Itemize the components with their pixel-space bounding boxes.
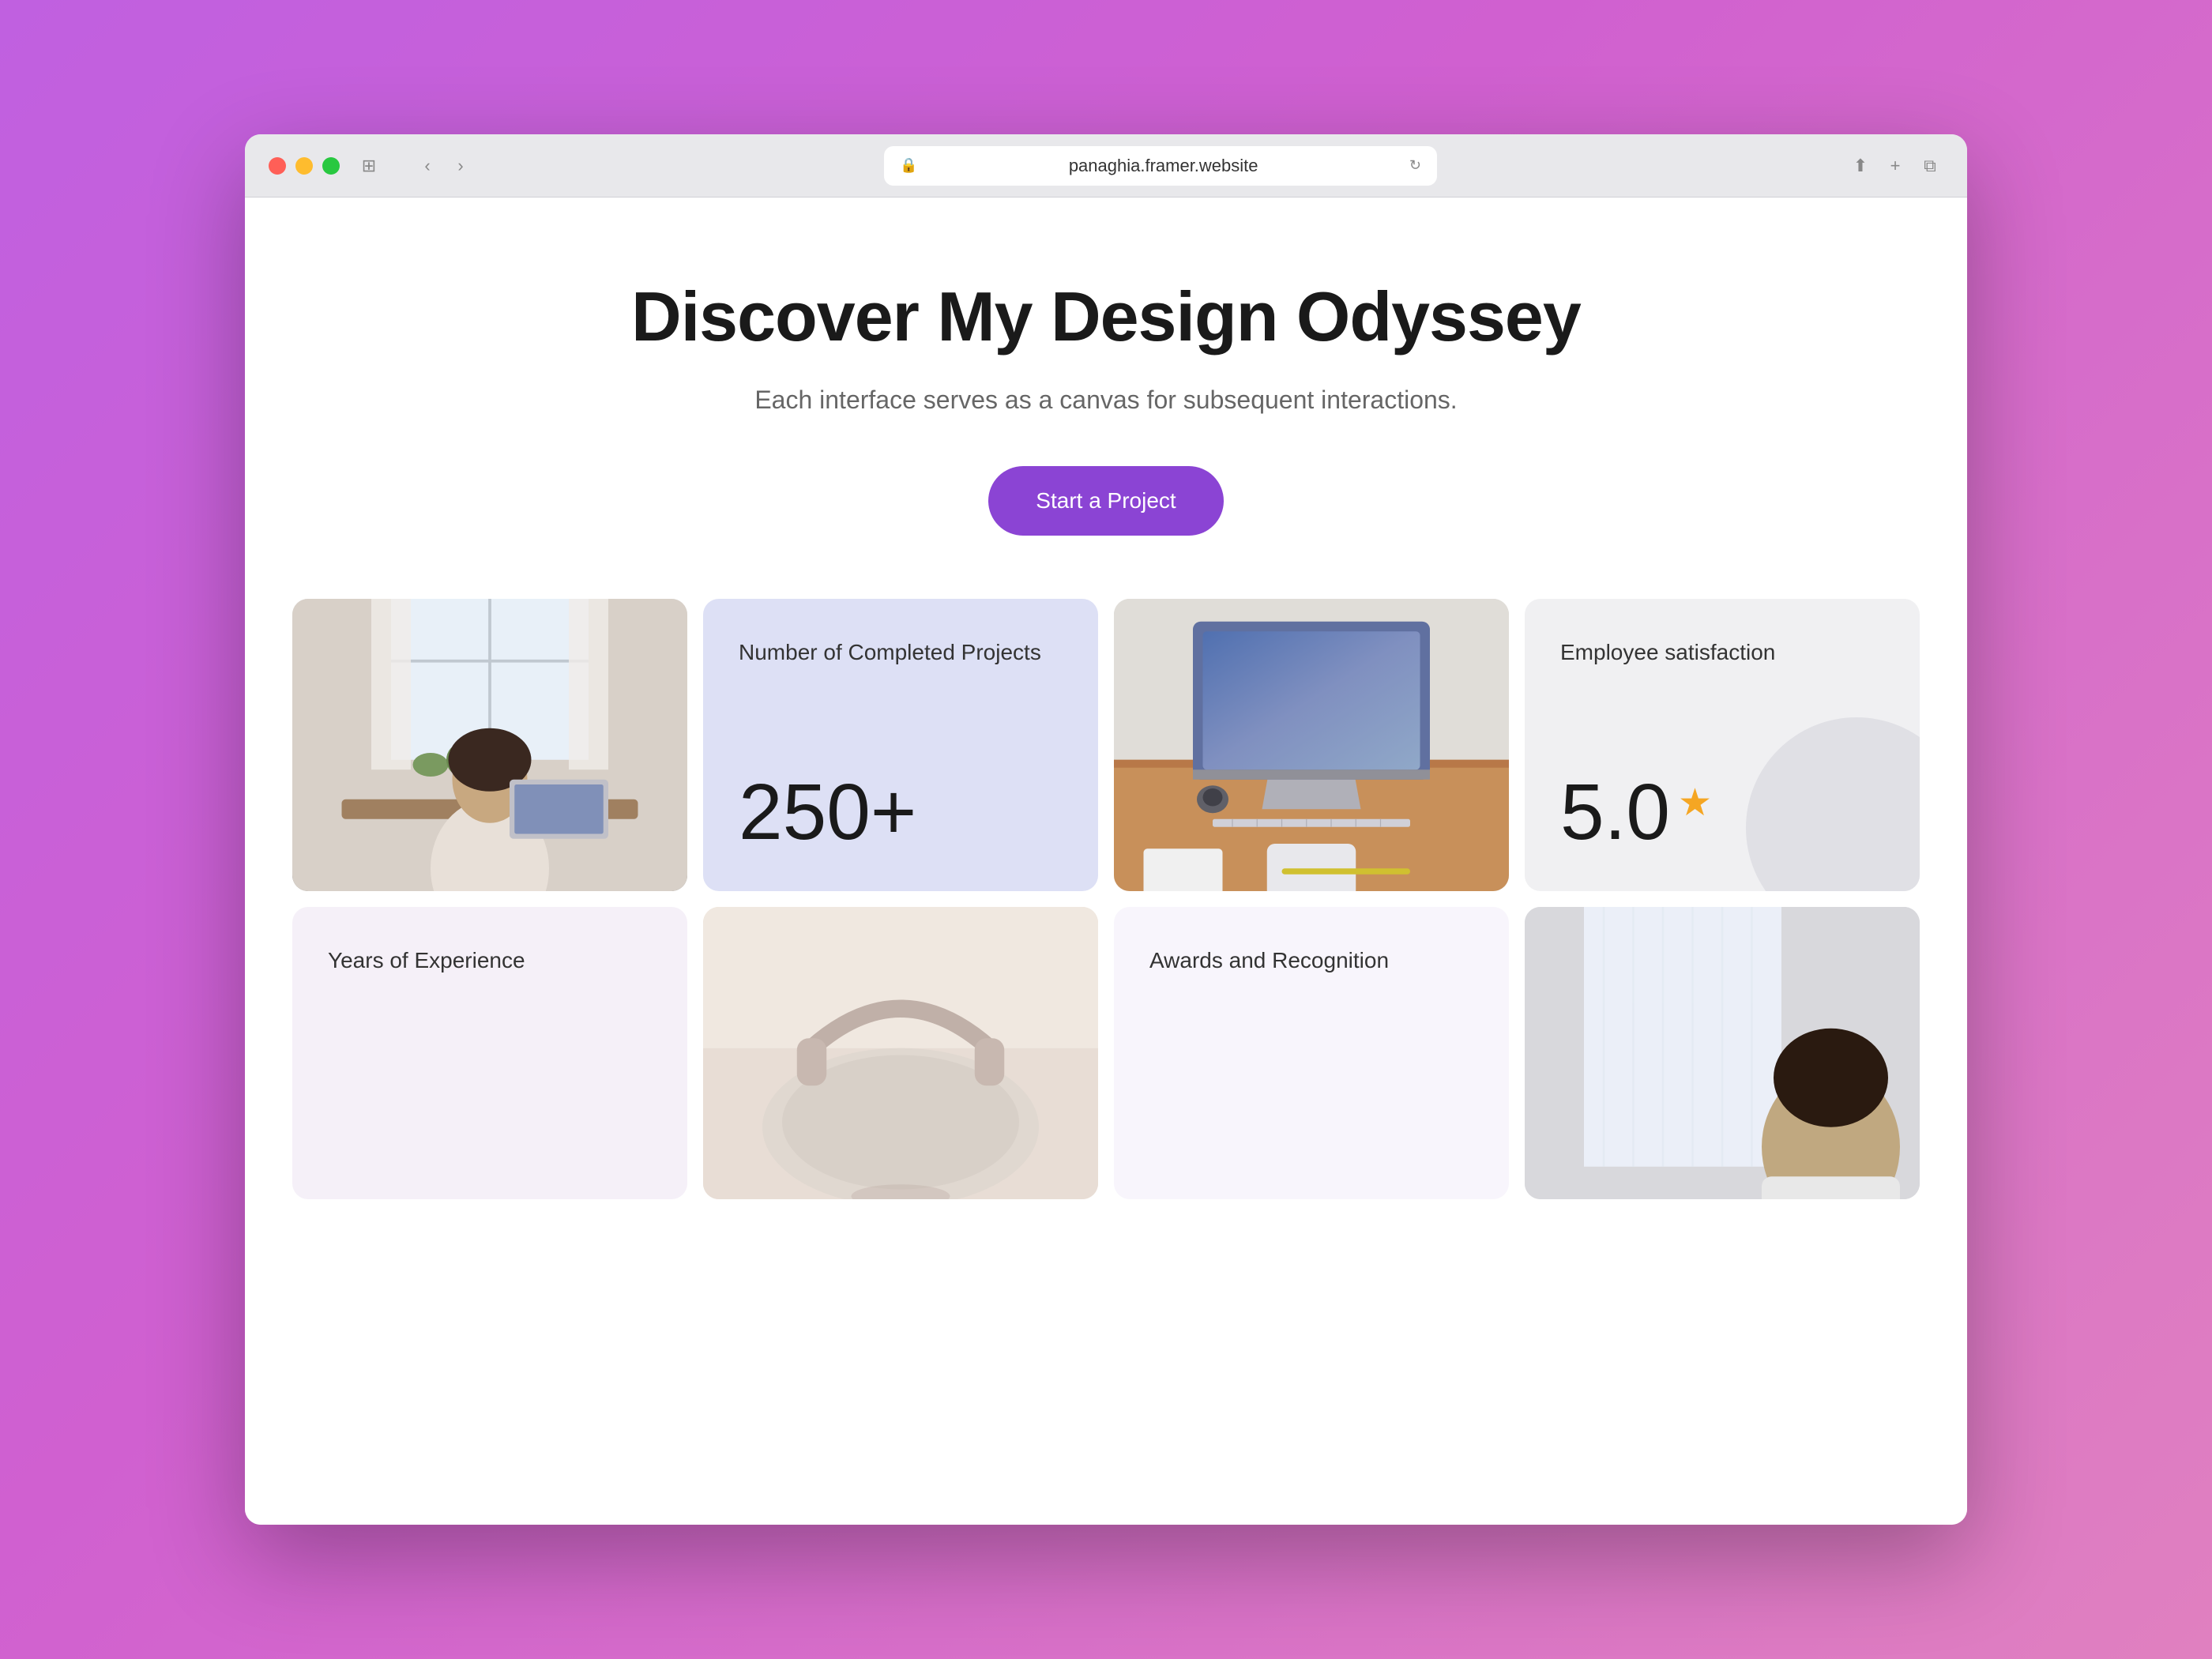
satisfaction-bg-circle xyxy=(1746,717,1920,891)
card-person2-photo xyxy=(1525,907,1920,1199)
woman-scene-bg xyxy=(292,599,687,891)
share-button[interactable]: ⬆ xyxy=(1847,152,1874,179)
new-tab-button[interactable]: + xyxy=(1882,152,1909,179)
address-bar-container: 🔒 panaghia.framer.website ↻ xyxy=(490,146,1831,186)
star-icon: ★ xyxy=(1678,781,1712,825)
card-laptop-photo xyxy=(1114,599,1509,891)
years-label: Years of Experience xyxy=(328,946,652,975)
card-years-stat: Years of Experience xyxy=(292,907,687,1199)
close-button[interactable] xyxy=(269,157,286,175)
card-awards-stat: Awards and Recognition xyxy=(1114,907,1509,1199)
back-icon: ‹ xyxy=(424,156,430,176)
url-display: panaghia.framer.website xyxy=(925,156,1401,176)
satisfaction-label: Employee satisfaction xyxy=(1560,638,1884,667)
stats-grid: Number of Completed Projects 250+ xyxy=(245,599,1967,1525)
maximize-button[interactable] xyxy=(322,157,340,175)
browser-actions: ⬆ + ⧉ xyxy=(1847,152,1943,179)
hero-title: Discover My Design Odyssey xyxy=(292,276,1920,357)
projects-label: Number of Completed Projects xyxy=(739,638,1063,667)
traffic-lights xyxy=(269,157,340,175)
projects-value: 250+ xyxy=(739,773,1063,852)
page-content: Discover My Design Odyssey Each interfac… xyxy=(245,198,1967,1525)
lock-icon: 🔒 xyxy=(900,157,917,174)
tabs-button[interactable]: ⧉ xyxy=(1917,152,1943,179)
cta-button[interactable]: Start a Project xyxy=(988,466,1223,536)
awards-label: Awards and Recognition xyxy=(1149,946,1473,975)
card-woman-photo xyxy=(292,599,687,891)
forward-icon: › xyxy=(457,156,463,176)
minimize-button[interactable] xyxy=(295,157,313,175)
browser-chrome: ⊞ ‹ › 🔒 panaghia.framer.website ↻ ⬆ + ⧉ xyxy=(245,134,1967,198)
hero-subtitle: Each interface serves as a canvas for su… xyxy=(292,381,1920,419)
browser-nav-controls: ‹ › xyxy=(414,152,474,179)
reload-icon[interactable]: ↻ xyxy=(1409,157,1421,174)
address-bar[interactable]: 🔒 panaghia.framer.website ↻ xyxy=(884,146,1437,186)
back-button[interactable]: ‹ xyxy=(414,152,441,179)
browser-window: ⊞ ‹ › 🔒 panaghia.framer.website ↻ ⬆ + ⧉ xyxy=(245,134,1967,1525)
satisfaction-value: 5.0 xyxy=(1560,773,1670,852)
card-satisfaction-stat: Employee satisfaction 5.0 ★ xyxy=(1525,599,1920,891)
sidebar-toggle-button[interactable]: ⊞ xyxy=(356,152,382,179)
card-coffee-photo xyxy=(703,907,1098,1199)
sidebar-icon: ⊞ xyxy=(362,156,376,176)
forward-button[interactable]: › xyxy=(447,152,474,179)
hero-section: Discover My Design Odyssey Each interfac… xyxy=(245,198,1967,599)
card-projects-stat: Number of Completed Projects 250+ xyxy=(703,599,1098,891)
